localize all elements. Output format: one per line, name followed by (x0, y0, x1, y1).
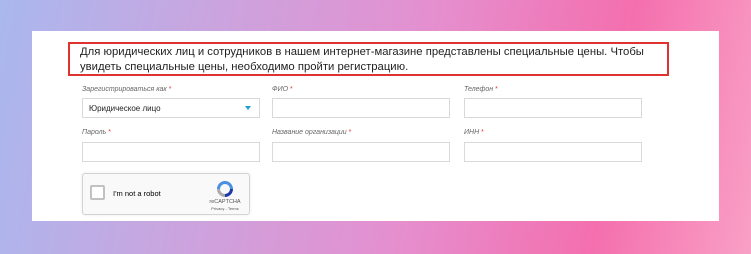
special-prices-notice: Для юридических лиц и сотрудников в наше… (68, 42, 669, 76)
recaptcha-checkbox[interactable] (90, 185, 105, 200)
registration-panel: Для юридических лиц и сотрудников в наше… (32, 31, 719, 221)
register-as-value: Юридическое лицо (89, 104, 161, 113)
register-as-select[interactable]: Юридическое лицо (82, 98, 260, 118)
phone-label: Телефон * (464, 86, 498, 93)
password-label-text: Пароль (82, 129, 107, 136)
password-label: Пароль * (82, 129, 111, 136)
org-name-label: Название организации * (272, 129, 351, 136)
inn-label-text: ИНН (464, 129, 480, 136)
required-marker: * (108, 129, 111, 136)
required-marker: * (495, 86, 498, 93)
inn-input[interactable] (464, 142, 642, 162)
phone-input[interactable] (464, 98, 642, 118)
org-name-label-text: Название организации (272, 129, 347, 136)
required-marker: * (481, 129, 484, 136)
required-marker: * (168, 86, 172, 93)
register-as-label: Зарегистрироваться как * (82, 86, 171, 93)
recaptcha-logo-icon (217, 181, 233, 197)
recaptcha-label: I'm not a robot (113, 189, 161, 198)
recaptcha-brand: reCAPTCHA (209, 199, 241, 205)
register-as-label-text: Зарегистрироваться как (82, 86, 167, 93)
fio-input[interactable] (272, 98, 450, 118)
phone-label-text: Телефон (464, 86, 494, 93)
chevron-down-icon (245, 106, 251, 110)
fio-label: ФИО * (272, 86, 293, 93)
inn-label: ИНН * (464, 129, 484, 136)
recaptcha-widget: I'm not a robot reCAPTCHA Privacy - Term… (82, 173, 250, 215)
org-name-input[interactable] (272, 142, 450, 162)
password-input[interactable] (82, 142, 260, 162)
recaptcha-privacy-terms-link[interactable]: Privacy - Terms (200, 206, 250, 211)
required-marker: * (348, 129, 352, 136)
required-marker: * (289, 86, 293, 93)
fio-label-text: ФИО (272, 86, 289, 93)
